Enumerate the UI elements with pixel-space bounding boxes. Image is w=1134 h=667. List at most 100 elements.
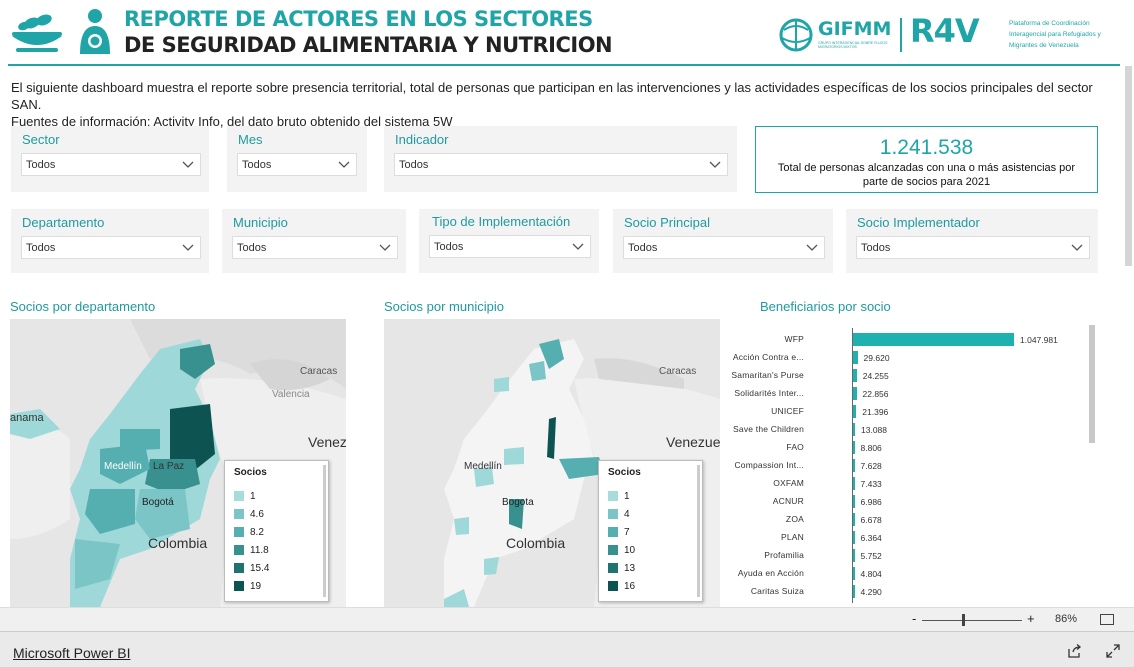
legend-label: 11.8 xyxy=(250,545,269,556)
gifmm-globe-icon xyxy=(779,18,813,52)
fullscreen-icon[interactable] xyxy=(1106,644,1120,658)
zoom-out-button[interactable]: - xyxy=(912,611,916,626)
bar-row[interactable]: Caritas Suiza 4.290 xyxy=(751,583,1090,599)
kpi-description: Total de personas alcanzadas con una o m… xyxy=(777,162,1076,188)
bar-row[interactable]: FAO 8.806 xyxy=(760,439,1090,455)
chevron-down-icon xyxy=(379,244,391,251)
bar[interactable] xyxy=(853,369,857,382)
chevron-down-icon xyxy=(806,244,818,251)
bar-row[interactable]: PLAN 6.364 xyxy=(760,529,1090,545)
bar[interactable] xyxy=(853,387,857,400)
socio-implementador-dropdown[interactable]: Todos xyxy=(856,236,1090,259)
bar-chart: WFP 1.047.981 Acción Contra e... 29.620 Sama… xyxy=(731,331,1090,607)
slicer-sector: Sector Todos xyxy=(11,126,209,192)
bar[interactable] xyxy=(853,531,855,544)
legend-label: 4 xyxy=(624,509,630,520)
legend-swatch xyxy=(234,563,244,574)
legend-item: 4.6 xyxy=(234,509,264,521)
bar-value-label: 6.678 xyxy=(860,515,882,525)
sector-dropdown[interactable]: Todos xyxy=(21,153,201,176)
map-label-medellin: Medellín xyxy=(104,461,142,472)
map-label-panama: anama xyxy=(10,412,44,424)
map-label-caracas: Caracas xyxy=(659,366,697,377)
bar-row[interactable]: ZOA 6.678 xyxy=(760,511,1090,527)
bar-row[interactable]: Acción Contra e... 29.620 xyxy=(733,349,1090,365)
slicer-municipio: Municipio Todos xyxy=(222,209,406,273)
mes-dropdown[interactable]: Todos xyxy=(237,153,357,176)
slicer-mes-label: Mes xyxy=(238,132,263,147)
legend-item: 10 xyxy=(608,545,635,557)
zoom-slider-track[interactable] xyxy=(922,620,1022,621)
bar-row[interactable]: OXFAM 7.433 xyxy=(760,475,1090,491)
bar[interactable] xyxy=(853,423,855,436)
legend-item: 7 xyxy=(608,527,630,539)
chevron-down-icon xyxy=(338,161,350,168)
departamento-dropdown[interactable]: Todos xyxy=(21,236,201,259)
page-scrollbar[interactable] xyxy=(1125,66,1132,266)
title-line-2: DE SEGURIDAD ALIMENTARIA Y NUTRICION xyxy=(124,33,613,57)
zoom-bar: - + 86% xyxy=(0,607,1134,631)
food-bowl-icon xyxy=(12,14,62,52)
legend-swatch xyxy=(234,545,244,556)
chevron-down-icon xyxy=(572,243,584,250)
bar[interactable] xyxy=(853,477,855,490)
bar-row[interactable]: Ayuda en Acción 4.804 xyxy=(738,565,1090,581)
bar[interactable] xyxy=(853,441,855,454)
bar[interactable] xyxy=(853,351,858,364)
socio-principal-dropdown[interactable]: Todos xyxy=(623,236,825,259)
bar-value-label: 1.047.981 xyxy=(1020,335,1058,345)
bar-row[interactable]: Samaritan's Purse 24.255 xyxy=(731,367,1090,383)
slicer-tipo: Tipo de Implementación Todos xyxy=(419,209,599,273)
bar[interactable] xyxy=(853,549,855,562)
legend-swatch xyxy=(234,509,244,520)
map-municipio[interactable]: Caracas Venezue Medellín Bogota Colombia… xyxy=(384,319,720,607)
fit-to-page-icon[interactable] xyxy=(1100,614,1114,625)
share-icon[interactable] xyxy=(1067,644,1082,658)
bar-value-label: 22.856 xyxy=(862,389,889,399)
bar-row[interactable]: Solidarités Inter... 22.856 xyxy=(734,385,1090,401)
bar[interactable] xyxy=(853,585,855,598)
bar[interactable] xyxy=(853,405,857,418)
bar-value-label: 7.433 xyxy=(860,479,882,489)
chart-scrollbar[interactable] xyxy=(1089,325,1095,443)
bar-row[interactable]: ACNUR 6.986 xyxy=(760,493,1090,509)
powerbi-link[interactable]: Microsoft Power BI xyxy=(13,645,130,661)
legend-scrollbar[interactable] xyxy=(697,465,700,597)
zoom-slider-thumb[interactable] xyxy=(962,614,965,626)
indicador-value: Todos xyxy=(399,159,429,171)
bar-row[interactable]: Save the Children 13.088 xyxy=(733,421,1090,437)
mother-child-icon xyxy=(80,9,110,54)
legend-swatch xyxy=(608,545,618,556)
legend-swatch xyxy=(608,581,618,592)
logo-divider xyxy=(900,18,902,52)
legend-scrollbar[interactable] xyxy=(323,465,326,597)
zoom-in-button[interactable]: + xyxy=(1027,611,1035,626)
legend-swatch xyxy=(234,527,244,538)
map-departamento[interactable]: Caracas Valencia Venez anama Medellín La… xyxy=(10,319,346,607)
bar-row[interactable]: UNICEF 21.396 xyxy=(760,403,1090,419)
socio-principal-value: Todos xyxy=(628,242,658,254)
chevron-down-icon xyxy=(182,244,194,251)
map-label-lapaz: La Paz xyxy=(153,461,185,472)
bar-row[interactable]: Compassion Int... 7.628 xyxy=(734,457,1090,473)
bar[interactable] xyxy=(853,459,855,472)
indicador-dropdown[interactable]: Todos xyxy=(394,153,728,176)
bar[interactable] xyxy=(853,513,855,526)
bar-category-label: PLAN xyxy=(780,532,804,542)
bar-value-label: 21.396 xyxy=(862,407,889,417)
bar[interactable] xyxy=(853,333,1014,346)
legend-item: 8.2 xyxy=(234,527,264,539)
slicer-indicador: Indicador Todos xyxy=(384,126,737,192)
bar-row[interactable]: Profamilia 5.752 xyxy=(760,547,1090,563)
municipio-dropdown[interactable]: Todos xyxy=(232,236,398,259)
legend-label: 13 xyxy=(624,563,636,574)
legend-item: 19 xyxy=(234,581,261,593)
bar[interactable] xyxy=(853,495,855,508)
legend-label: 4.6 xyxy=(250,509,264,520)
bar[interactable] xyxy=(853,567,855,580)
tipo-dropdown[interactable]: Todos xyxy=(429,235,591,258)
bar-row[interactable]: WFP 1.047.981 xyxy=(760,331,1090,347)
legend-swatch xyxy=(608,527,618,538)
bar-value-label: 8.806 xyxy=(860,443,882,453)
tipo-value: Todos xyxy=(434,241,464,253)
